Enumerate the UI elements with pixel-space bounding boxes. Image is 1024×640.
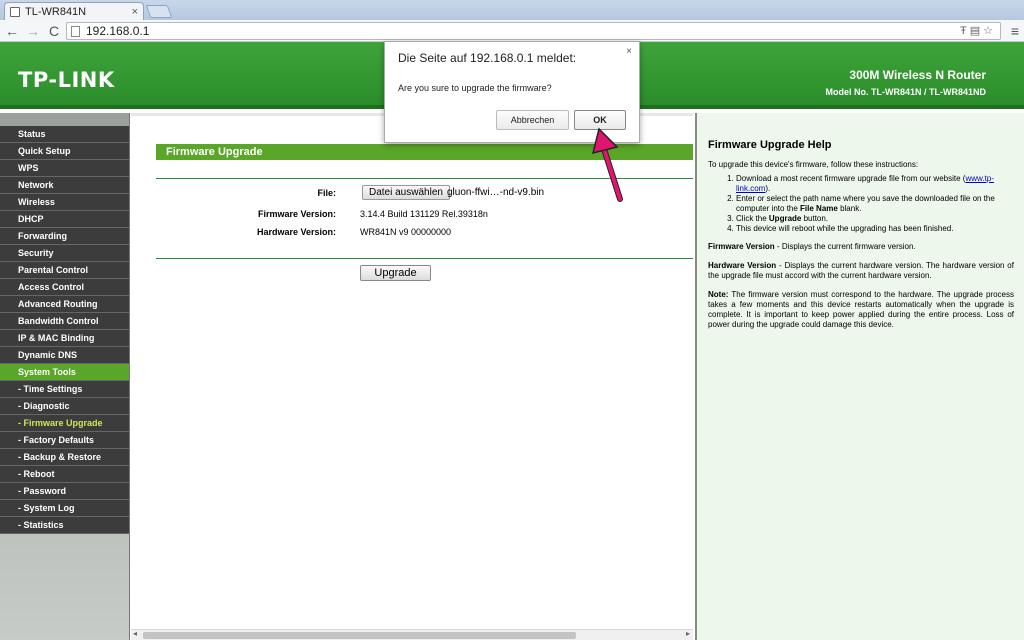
sidebar-item-parental-control[interactable]: Parental Control <box>0 262 129 279</box>
product-name: 300M Wireless N Router <box>849 68 986 82</box>
upgrade-button[interactable]: Upgrade <box>360 265 431 281</box>
annotation-arrow-icon <box>591 127 623 202</box>
help-step: Enter or select the path name where you … <box>736 194 1014 214</box>
help-intro: To upgrade this device's firmware, follo… <box>708 160 919 169</box>
help-step: Click the Upgrade button. <box>736 214 1014 224</box>
sidebar-item-statistics[interactable]: - Statistics <box>0 517 129 534</box>
browser-menu-icon[interactable]: ≡ <box>1011 23 1019 39</box>
file-choose-button[interactable]: Datei auswählen <box>362 185 450 200</box>
sidebar-item-status[interactable]: Status <box>0 126 129 143</box>
file-label: File: <box>317 188 336 198</box>
product-info: 300M Wireless N Router Model No. TL-WR84… <box>825 68 986 97</box>
sidebar-item-diagnostic[interactable]: - Diagnostic <box>0 398 129 415</box>
sidebar-item-reboot[interactable]: - Reboot <box>0 466 129 483</box>
url-text: 192.168.0.1 <box>86 24 150 38</box>
page-action-icon[interactable]: ▤ <box>970 25 983 37</box>
hardware-version-value: WR841N v9 00000000 <box>360 227 452 237</box>
tab-title: TL-WR841N <box>25 5 87 18</box>
sidebar-item-security[interactable]: Security <box>0 245 129 262</box>
translate-icon[interactable]: Ŧ <box>960 25 970 37</box>
address-bar-actions[interactable]: Ŧ▤☆ <box>960 24 996 37</box>
help-step: Download a most recent firmware upgrade … <box>736 174 1014 194</box>
back-arrow-icon[interactable]: ← <box>3 22 21 40</box>
sidebar-item-dhcp[interactable]: DHCP <box>0 211 129 228</box>
sidebar-item-wireless[interactable]: Wireless <box>0 194 129 211</box>
scrollbar-thumb[interactable] <box>143 632 576 639</box>
reload-icon[interactable]: C <box>45 22 63 40</box>
tab-close-icon[interactable]: × <box>132 6 138 18</box>
sidebar-item-firmware-upgrade[interactable]: - Firmware Upgrade <box>0 415 129 432</box>
horizontal-scrollbar[interactable]: ◂ ▸ <box>131 629 693 640</box>
bookmark-star-icon[interactable]: ☆ <box>983 25 996 37</box>
firmware-version-label: Firmware Version: <box>257 209 336 219</box>
help-step: This device will reboot while the upgrad… <box>736 224 1014 234</box>
sidebar-item-forwarding[interactable]: Forwarding <box>0 228 129 245</box>
page-favicon-icon <box>10 6 20 17</box>
hardware-version-label: Hardware Version: <box>256 227 336 237</box>
scroll-right-icon[interactable]: ▸ <box>686 629 690 638</box>
address-bar[interactable]: 192.168.0.1 Ŧ▤☆ <box>66 22 1001 40</box>
sidebar-item-factory-defaults[interactable]: - Factory Defaults <box>0 432 129 449</box>
browser-toolbar: ← → C 192.168.0.1 Ŧ▤☆ ≡ <box>0 20 1024 42</box>
file-name: gluon-ffwi…-nd-v9.bin <box>447 187 545 198</box>
page-icon <box>71 25 80 37</box>
sidebar: Status Quick Setup WPS Network Wireless … <box>0 113 130 640</box>
browser-tab-bar: TL-WR841N × <box>0 0 1024 20</box>
help-steps: Download a most recent firmware upgrade … <box>736 174 1014 234</box>
sidebar-item-password[interactable]: - Password <box>0 483 129 500</box>
help-title: Firmware Upgrade Help <box>708 139 832 151</box>
help-note: Note: The firmware version must correspo… <box>708 290 1014 329</box>
sidebar-item-system-tools[interactable]: System Tools <box>0 364 129 381</box>
dialog-message: Are you sure to upgrade the firmware? <box>398 83 552 93</box>
sidebar-item-backup-restore[interactable]: - Backup & Restore <box>0 449 129 466</box>
sidebar-item-time-settings[interactable]: - Time Settings <box>0 381 129 398</box>
sidebar-item-dynamic-dns[interactable]: Dynamic DNS <box>0 347 129 364</box>
new-tab-button[interactable] <box>145 5 173 18</box>
tp-link-logo: TP-LINK <box>18 68 115 92</box>
forward-arrow-icon[interactable]: → <box>24 22 42 40</box>
sidebar-item-bandwidth-control[interactable]: Bandwidth Control <box>0 313 129 330</box>
sidebar-item-advanced-routing[interactable]: Advanced Routing <box>0 296 129 313</box>
sidebar-item-ip-mac-binding[interactable]: IP & MAC Binding <box>0 330 129 347</box>
dialog-close-icon[interactable]: × <box>626 46 632 57</box>
sidebar-item-network[interactable]: Network <box>0 177 129 194</box>
divider-bottom <box>156 258 693 259</box>
sidebar-item-wps[interactable]: WPS <box>0 160 129 177</box>
scroll-left-icon[interactable]: ◂ <box>133 629 137 638</box>
dialog-title: Die Seite auf 192.168.0.1 meldet: <box>398 51 577 65</box>
sidebar-item-system-log[interactable]: - System Log <box>0 500 129 517</box>
model-number: Model No. TL-WR841N / TL-WR841ND <box>825 87 986 97</box>
help-firmware-version: Firmware Version - Displays the current … <box>708 242 916 251</box>
firmware-version-value: 3.14.4 Build 131129 Rel.39318n <box>360 209 488 219</box>
sidebar-item-access-control[interactable]: Access Control <box>0 279 129 296</box>
browser-tab[interactable]: TL-WR841N × <box>4 2 144 20</box>
help-hardware-version: Hardware Version - Displays the current … <box>708 261 1014 280</box>
sidebar-item-quick-setup[interactable]: Quick Setup <box>0 143 129 160</box>
dialog-cancel-button[interactable]: Abbrechen <box>496 110 569 130</box>
help-panel: Firmware Upgrade Help To upgrade this de… <box>695 113 1024 640</box>
